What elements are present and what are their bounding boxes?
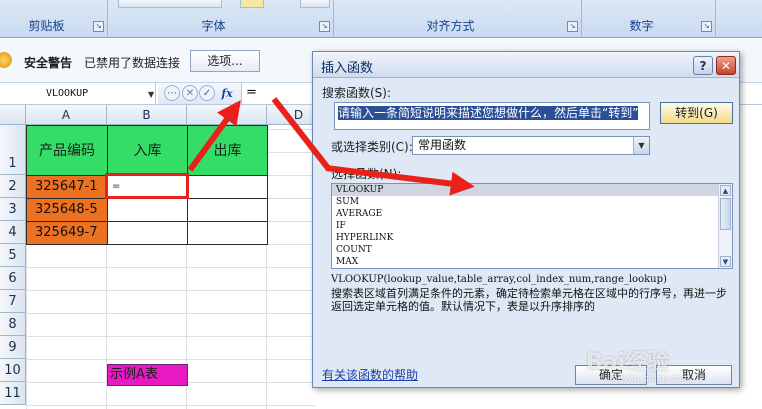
- row-header-4[interactable]: 4: [0, 221, 26, 244]
- ribbon-group-alignment: 对齐方式 ↘: [334, 0, 582, 38]
- select-all-corner[interactable]: [0, 105, 26, 125]
- row-header-8[interactable]: 8: [0, 313, 26, 336]
- cancel-icon[interactable]: ✕: [182, 85, 198, 101]
- expand-icon[interactable]: ⋯: [164, 85, 180, 101]
- cell-c4[interactable]: [187, 221, 268, 245]
- goto-button[interactable]: 转到(G): [660, 102, 733, 124]
- shield-warning-icon: [0, 52, 12, 68]
- column-header-b[interactable]: B: [107, 105, 187, 125]
- function-item-sum[interactable]: SUM: [332, 196, 732, 208]
- baidu-watermark: Bai经验: [586, 350, 670, 375]
- row-header-1[interactable]: 1: [0, 125, 26, 175]
- search-function-input[interactable]: 请输入一条简短说明来描述您想做什么，然后单击“转到”: [334, 102, 650, 130]
- ribbon-group-label: 剪贴板: [28, 19, 65, 33]
- dialog-launcher-icon[interactable]: ↘: [701, 21, 712, 32]
- cell-c2[interactable]: [187, 175, 268, 199]
- baidu-watermark-url: jingyan.baidu.com: [607, 374, 691, 384]
- category-label: 或选择类别(C):: [331, 140, 413, 154]
- cell-a3[interactable]: 325648-5: [26, 198, 108, 222]
- function-help-link[interactable]: 有关该函数的帮助: [322, 366, 418, 383]
- row-header-3[interactable]: 3: [0, 198, 26, 221]
- name-box[interactable]: VLOOKUP: [0, 83, 156, 104]
- cell-b4[interactable]: [107, 221, 188, 245]
- cell-a2[interactable]: 325647-1: [26, 175, 108, 199]
- dialog-title: 插入函数: [321, 61, 374, 76]
- row-header-6[interactable]: 6: [0, 267, 26, 290]
- search-label: 搜索函数(S):: [322, 86, 392, 100]
- column-header-a[interactable]: A: [26, 105, 107, 125]
- function-item-count[interactable]: COUNT: [332, 244, 732, 256]
- function-item-hyperlink[interactable]: HYPERLINK: [332, 232, 732, 244]
- row-header-10[interactable]: 10: [0, 359, 26, 382]
- category-value: 常用函数: [418, 138, 467, 152]
- scroll-down-icon[interactable]: ▼: [720, 256, 731, 267]
- cell-c1[interactable]: 出库: [187, 125, 268, 176]
- function-list[interactable]: VLOOKUP SUM AVERAGE IF HYPERLINK COUNT M…: [331, 183, 733, 269]
- column-header-c[interactable]: C: [187, 105, 267, 125]
- function-list-scrollbar[interactable]: ▲ ▼: [718, 184, 732, 268]
- scroll-thumb[interactable]: [720, 198, 731, 230]
- chevron-down-icon[interactable]: ▼: [148, 90, 154, 99]
- ribbon-group-number: 数字 ↘: [582, 0, 716, 38]
- ribbon-group-label: 字体: [201, 19, 226, 33]
- security-warning-message: 已禁用了数据连接: [84, 56, 181, 70]
- dialog-launcher-icon[interactable]: ↘: [567, 21, 578, 32]
- row-header-7[interactable]: 7: [0, 290, 26, 313]
- cell-b3[interactable]: [107, 198, 188, 222]
- cell-b1[interactable]: 入库: [107, 125, 188, 176]
- function-list-label: 选择函数(N):: [331, 167, 402, 181]
- function-syntax: VLOOKUP(lookup_value,table_array,col_ind…: [331, 274, 667, 285]
- function-item-max[interactable]: MAX: [332, 256, 732, 268]
- row-header-11[interactable]: 11: [0, 382, 26, 405]
- search-input-text: 请输入一条简短说明来描述您想做什么，然后单击“转到”: [338, 106, 639, 120]
- chevron-down-icon[interactable]: ▼: [633, 137, 649, 154]
- category-select[interactable]: 常用函数 ▼: [412, 136, 650, 155]
- insert-function-icon[interactable]: fx: [218, 85, 236, 102]
- ribbon: 剪贴板 ↘ 字体 ↘ 对齐方式 ↘ 数字 ↘: [0, 0, 762, 38]
- row-header-9[interactable]: 9: [0, 336, 26, 359]
- example-label-cell[interactable]: 示例A表: [107, 364, 188, 386]
- ribbon-group-label: 数字: [629, 19, 654, 33]
- function-description: 搜索表区域首列满足条件的元素，确定待检索单元格在区域中的行序号，再进一步返回选定…: [331, 287, 727, 313]
- dialog-launcher-icon[interactable]: ↘: [93, 21, 104, 32]
- function-item-vlookup[interactable]: VLOOKUP: [332, 184, 732, 196]
- row-header-5[interactable]: 5: [0, 244, 26, 267]
- worksheet: A B C D 1 2 3 4 5 6 7 8 9 10 11 产品编码 入库 …: [0, 105, 331, 409]
- options-button[interactable]: 选项...: [190, 50, 260, 72]
- ribbon-group-clipboard: 剪贴板 ↘: [0, 0, 108, 38]
- function-item-average[interactable]: AVERAGE: [332, 208, 732, 220]
- scroll-up-icon[interactable]: ▲: [720, 185, 731, 196]
- function-item-if[interactable]: IF: [332, 220, 732, 232]
- cell-a4[interactable]: 325649-7: [26, 221, 108, 245]
- security-warning-title: 安全警告: [24, 56, 73, 70]
- active-cell-highlight: [105, 173, 189, 199]
- row-header-2[interactable]: 2: [0, 175, 26, 198]
- formula-input[interactable]: =: [246, 85, 257, 100]
- dialog-launcher-icon[interactable]: ↘: [319, 21, 330, 32]
- ribbon-group-font: 字体 ↘: [108, 0, 334, 38]
- cell-a1[interactable]: 产品编码: [26, 125, 108, 176]
- enter-icon[interactable]: ✓: [199, 85, 215, 101]
- close-icon[interactable]: ✕: [716, 56, 736, 75]
- cell-c3[interactable]: [187, 198, 268, 222]
- dialog-title-bar: 插入函数 ? ✕: [313, 52, 739, 78]
- ribbon-group-label: 对齐方式: [426, 19, 475, 33]
- insert-function-dialog: 插入函数 ? ✕ 搜索函数(S): 请输入一条简短说明来描述您想做什么，然后单击…: [312, 51, 740, 388]
- help-icon[interactable]: ?: [693, 56, 713, 75]
